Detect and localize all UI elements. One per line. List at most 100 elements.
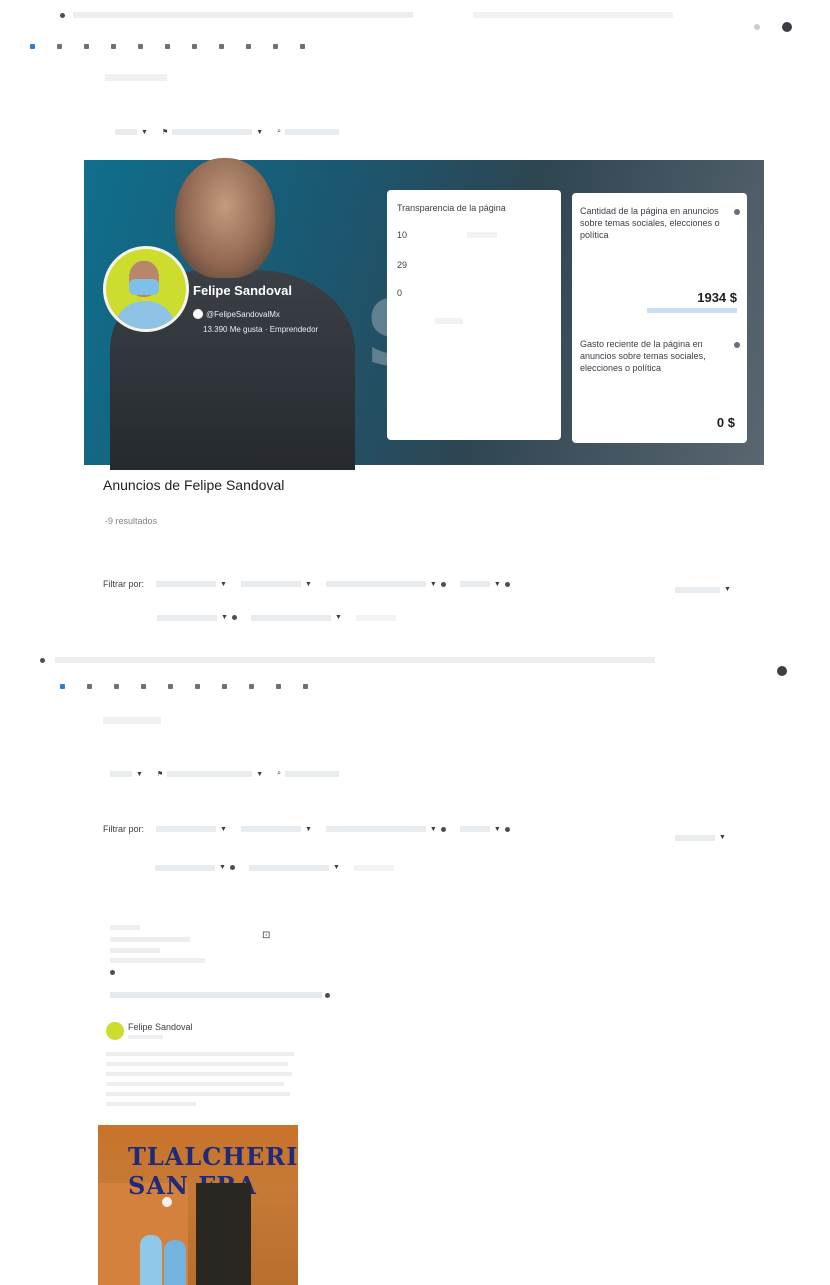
filter-row-2: ▼ ▼ — [157, 614, 410, 621]
bookmarks-bar — [30, 44, 327, 49]
filter-date[interactable]: ▼ — [250, 614, 342, 621]
transparency-text-placeholder — [467, 232, 497, 238]
sponsored-label — [128, 1035, 163, 1039]
filter-platform[interactable]: ▼ — [325, 580, 446, 588]
ad-details-link[interactable] — [110, 992, 322, 998]
transparency-value: 0 — [397, 288, 403, 298]
info-icon[interactable] — [734, 342, 740, 348]
advertiser-name[interactable]: Felipe Sandoval — [128, 1022, 193, 1032]
bookmark-item[interactable] — [303, 684, 308, 689]
chevron-down-icon: ▼ — [334, 614, 342, 621]
bookmark-item[interactable] — [165, 44, 170, 49]
extension-icon[interactable] — [754, 24, 760, 30]
info-icon — [231, 615, 237, 620]
page-name[interactable]: Felipe Sandoval — [193, 283, 292, 298]
clear-filters-link-2[interactable] — [353, 864, 394, 871]
search-icon: ⌕ — [277, 128, 282, 135]
filter-advertiser-2[interactable]: ▼ — [240, 825, 312, 833]
ad-bullet-icon — [110, 970, 115, 975]
page-handle[interactable]: @FelipeSandovalMx — [206, 310, 280, 319]
transparency-card: Transparencia de la página 10 29 0 — [387, 190, 561, 440]
bookmark-item[interactable] — [138, 44, 143, 49]
bookmark-item[interactable] — [276, 684, 281, 689]
spend-label-total: Cantidad de la página en anuncios sobre … — [580, 206, 720, 240]
bookmark-item[interactable] — [192, 44, 197, 49]
filter-impressions[interactable]: ▼ — [157, 614, 237, 621]
bookmark-item[interactable] — [114, 684, 119, 689]
chevron-down-icon: ▼ — [256, 128, 264, 136]
chevron-down-icon: ▼ — [429, 580, 437, 588]
bookmark-icon — [30, 44, 35, 49]
chevron-down-icon: ▼ — [724, 586, 731, 593]
category-filter-2[interactable]: ⚑ ▼ — [156, 770, 264, 779]
filter-advertiser[interactable]: ▼ — [240, 580, 312, 588]
bookmark-icon — [303, 684, 308, 689]
bookmark-item[interactable] — [222, 684, 227, 689]
transparency-value: 10 — [397, 230, 408, 240]
chevron-down-icon: ▼ — [141, 128, 148, 136]
bookmark-item[interactable] — [249, 684, 254, 689]
bookmark-item[interactable] — [300, 44, 305, 49]
bookmark-item[interactable] — [219, 44, 224, 49]
address-bar-2[interactable] — [55, 657, 655, 663]
bookmark-item[interactable] — [57, 44, 62, 49]
chevron-down-icon: ▼ — [493, 580, 501, 588]
filter-language-2[interactable]: ▼ — [156, 826, 227, 833]
top-filter-row: ▼ ⚑ ▼ ⌕ — [115, 128, 353, 136]
sort-control-2[interactable]: ▼ — [675, 834, 726, 841]
ad-menu-icon[interactable]: ⊡ — [262, 930, 270, 941]
info-icon — [229, 865, 235, 870]
tab-favicon-icon — [60, 12, 65, 18]
chevron-down-icon: ▼ — [220, 580, 227, 588]
sort-control[interactable]: ▼ — [675, 586, 731, 593]
results-count: -9 resultados — [105, 516, 158, 526]
filter-media-2[interactable]: ▼ — [459, 825, 510, 833]
see-all-link[interactable] — [435, 318, 463, 324]
clear-filters-link[interactable] — [355, 614, 396, 621]
bookmark-item[interactable] — [246, 44, 251, 49]
bookmark-item[interactable] — [168, 684, 173, 689]
filter-date-2[interactable]: ▼ — [248, 864, 340, 871]
store-door — [196, 1183, 251, 1285]
ad-image[interactable]: TLALCHERIA SAN FRA — [98, 1125, 298, 1285]
bookmark-icon — [57, 44, 62, 49]
filter-label-2: Filtrar por: — [103, 824, 145, 834]
advertiser-avatar[interactable] — [106, 1022, 124, 1040]
chevron-down-icon: ▼ — [304, 580, 312, 588]
spend-details-link[interactable] — [647, 308, 737, 313]
search-field[interactable]: ⌕ — [277, 128, 340, 136]
bookmark-icon — [249, 684, 254, 689]
chevron-down-icon: ▼ — [304, 825, 312, 833]
chevron-down-icon: ▼ — [719, 834, 726, 841]
country-filter[interactable]: ▼ — [115, 129, 148, 136]
search-field-2[interactable]: ⌕ — [277, 770, 340, 778]
info-icon[interactable] — [734, 209, 740, 215]
facebook-icon — [193, 309, 203, 319]
bookmark-item[interactable] — [141, 684, 146, 689]
filter-row-3: Filtrar por: ▼ ▼ ▼ ▼ — [103, 824, 524, 834]
flag-icon: ⚑ — [156, 771, 164, 778]
filter-language[interactable]: ▼ — [156, 581, 227, 588]
bookmark-item[interactable] — [84, 44, 89, 49]
bookmark-item[interactable] — [60, 684, 65, 689]
chevron-down-icon: ▼ — [136, 770, 143, 778]
bookmark-item[interactable] — [87, 684, 92, 689]
bookmark-item[interactable] — [195, 684, 200, 689]
avatar[interactable] — [103, 246, 189, 332]
chevron-down-icon: ▼ — [256, 770, 264, 778]
chevron-down-icon: ▼ — [493, 825, 501, 833]
filter-platform-2[interactable]: ▼ — [325, 826, 446, 833]
profile-avatar-icon[interactable] — [777, 666, 787, 676]
filter-impressions-2[interactable]: ▼ — [155, 864, 235, 871]
bookmark-icon — [273, 44, 278, 49]
address-bar[interactable] — [73, 12, 413, 18]
country-filter-2[interactable]: ▼ — [110, 771, 143, 778]
info-icon — [440, 826, 446, 832]
bookmark-item[interactable] — [273, 44, 278, 49]
profile-avatar-icon[interactable] — [782, 22, 792, 32]
bookmark-item[interactable] — [111, 44, 116, 49]
category-filter[interactable]: ⚑ ▼ — [162, 128, 264, 137]
filter-media[interactable]: ▼ — [459, 580, 510, 588]
banner-person-head — [175, 158, 275, 278]
bookmark-item[interactable] — [30, 44, 35, 49]
